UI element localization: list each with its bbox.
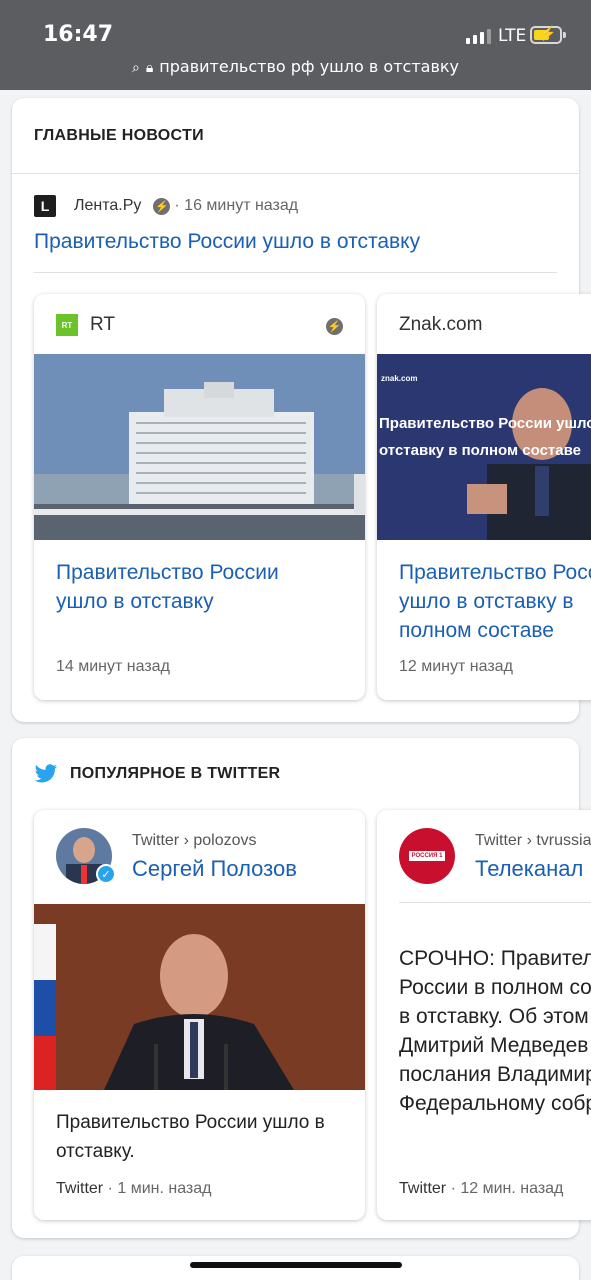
amp-icon: ⚡ — [326, 318, 343, 335]
card-time: 12 минут назад — [399, 658, 513, 675]
divider — [12, 173, 579, 174]
lead-source: L Лента.Ру ⚡ · 16 минут назад — [34, 194, 298, 218]
card-source-name: RT — [90, 314, 115, 335]
image-caption: Правительство России ушло в отставку в п… — [379, 415, 591, 459]
tweet-footer: Twitter · 1 мин. назад — [56, 1180, 211, 1198]
lock-icon: 🔒︎ — [145, 60, 154, 76]
russia1-logo-text: РОССИЯ 1 — [408, 851, 446, 861]
browser-top-bar: 16:47 LTE ⚡ ⌕ 🔒︎ правительство рф ушло в о… — [0, 0, 591, 90]
tweet-footer: Twitter · 12 мин. назад — [399, 1180, 563, 1198]
tweet-author: РОССИЯ 1 Twitter › tvrussia Телеканал Ро… — [399, 828, 591, 884]
network-label: LTE — [498, 26, 527, 46]
divider — [399, 902, 591, 903]
section-title: ГЛАВНЫЕ НОВОСТИ — [34, 127, 204, 144]
url-text: правительство рф ушло в отставку — [159, 57, 460, 76]
lead-headline-link[interactable]: Правительство России ушло в отставку — [34, 230, 420, 254]
tweet-card-russia1[interactable]: РОССИЯ 1 Twitter › tvrussia Телеканал Ро… — [377, 810, 591, 1220]
battery-icon: ⚡ — [530, 25, 566, 44]
news-card-rt[interactable]: RT RT ⚡ Правительство России ушло в отст… — [34, 294, 365, 700]
tweet-path: Twitter › polozovs — [132, 832, 257, 849]
card-headline: Правительство России ушло в отставку в п… — [399, 561, 591, 642]
russia1-logo: РОССИЯ 1 — [399, 828, 455, 884]
url-bar[interactable]: ⌕ 🔒︎ правительство рф ушло в отставку — [0, 57, 591, 76]
tweet-footer-time: · 1 мин. назад — [107, 1180, 212, 1197]
section-title: ПОПУЛЯРНОЕ В TWITTER — [70, 765, 281, 782]
card-time: 14 минут назад — [56, 658, 170, 675]
tweet-card-polozov[interactable]: ✓ Twitter › polozovs Сергей Полозов Прав… — [34, 810, 365, 1220]
search-icon: ⌕ — [131, 60, 140, 76]
twitter-bird-icon — [34, 764, 57, 783]
source-time: · 16 минут назад — [174, 197, 299, 214]
divider — [34, 272, 557, 273]
tweet-footer-source: Twitter — [56, 1180, 104, 1197]
news-card-znak[interactable]: Znak.com znak.com Правительство России у… — [377, 294, 591, 700]
tweet-author-name[interactable]: Телеканал Россия — [475, 856, 591, 882]
card-source: RT RT — [56, 314, 115, 336]
verified-icon: ✓ — [96, 864, 116, 884]
tweet-author-name[interactable]: Сергей Полозов — [132, 856, 297, 882]
signal-icon — [466, 28, 492, 44]
twitter-section: ПОПУЛЯРНОЕ В TWITTER ✓ Twitter › polozov… — [12, 738, 591, 1238]
next-section — [12, 1256, 579, 1280]
lenta-logo: L — [34, 195, 56, 217]
tweet-author: ✓ Twitter › polozovs Сергей Полозов — [56, 828, 297, 884]
card-source: Znak.com — [399, 314, 482, 336]
tweet-path: Twitter › tvrussia — [475, 832, 591, 849]
amp-icon: ⚡ — [153, 197, 171, 215]
twitter-section-header: ПОПУЛЯРНОЕ В TWITTER — [34, 764, 280, 784]
tweet-footer-time: · 12 мин. назад — [450, 1180, 564, 1197]
top-news-section: ГЛАВНЫЕ НОВОСТИ L Лента.Ру ⚡ · 16 минут … — [12, 98, 591, 722]
medvedev-image: znak.com Правительство России ушло в отс… — [377, 354, 591, 540]
image-caption-site: znak.com — [381, 374, 418, 383]
tweet-image — [34, 904, 365, 1090]
source-name: Лента.Ру — [74, 197, 142, 214]
rt-logo: RT — [56, 314, 78, 336]
white-house-image — [34, 354, 365, 540]
tweet-footer-source: Twitter — [399, 1180, 447, 1197]
card-source-name: Znak.com — [399, 314, 483, 335]
card-headline: Правительство России ушло в отставку — [56, 561, 279, 613]
tweet-text: СРОЧНО: Правительство России в полном со… — [399, 947, 591, 1115]
status-time: 16:47 — [43, 22, 114, 47]
home-indicator[interactable] — [190, 1262, 402, 1268]
tweet-text: Правительство России ушло в отставку. — [56, 1112, 325, 1162]
